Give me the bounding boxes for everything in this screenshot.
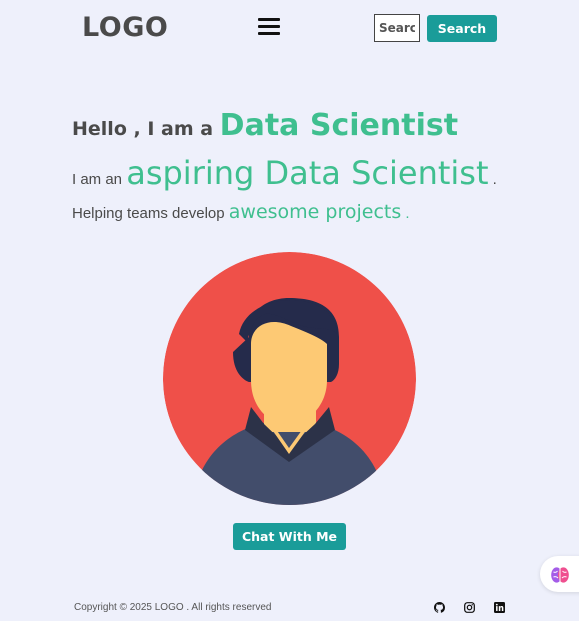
brain-icon bbox=[551, 567, 569, 583]
floating-assistant-button[interactable] bbox=[540, 556, 579, 592]
hero-heading-prefix: Hello , I am a bbox=[72, 118, 220, 140]
chat-with-me-button[interactable]: Chat With Me bbox=[233, 523, 346, 550]
search-input[interactable] bbox=[374, 14, 420, 42]
header: LOGO Search bbox=[0, 0, 579, 56]
hero-tagline: Helping teams develop awesome projects . bbox=[72, 201, 410, 223]
search-button[interactable]: Search bbox=[427, 15, 497, 42]
hero-subheading-suffix: . bbox=[488, 171, 497, 188]
hero-subheading-prefix: I am an bbox=[72, 171, 127, 188]
hero-tagline-prefix: Helping teams develop bbox=[72, 205, 229, 222]
logo[interactable]: LOGO bbox=[82, 12, 168, 43]
hero-tagline-highlight: awesome projects bbox=[228, 201, 402, 223]
hero-heading: Hello , I am a Data Scientist bbox=[72, 108, 458, 143]
github-icon[interactable] bbox=[434, 602, 445, 613]
hamburger-menu-icon[interactable] bbox=[258, 18, 280, 36]
copyright-text: Copyright © 2025 LOGO . All rights reser… bbox=[74, 602, 272, 613]
linkedin-icon[interactable] bbox=[494, 602, 505, 613]
hero-heading-highlight: Data Scientist bbox=[219, 108, 459, 143]
person-avatar-icon bbox=[163, 252, 416, 505]
hero-subheading-highlight: aspiring Data Scientist bbox=[126, 154, 489, 192]
instagram-icon[interactable] bbox=[464, 602, 475, 613]
hero-tagline-suffix: . bbox=[401, 205, 410, 222]
hero-subheading: I am an aspiring Data Scientist . bbox=[72, 154, 497, 192]
